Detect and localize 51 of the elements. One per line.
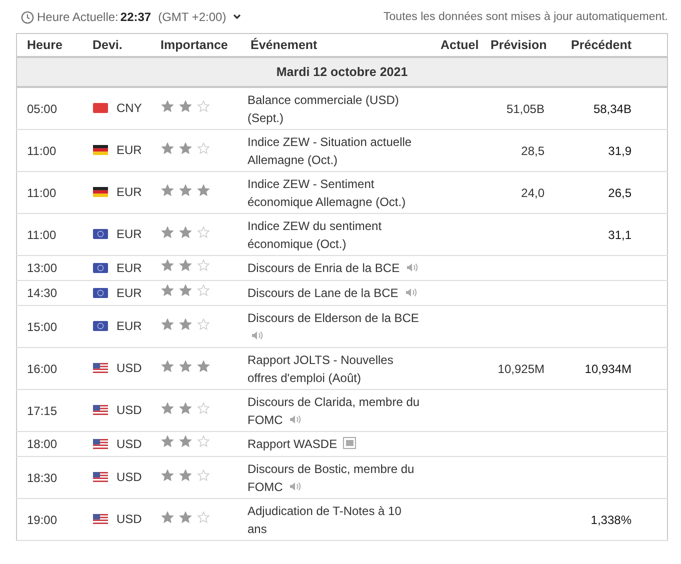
clock-label: Heure Actuelle: — [37, 10, 118, 24]
forecast-value: 24,0 — [521, 186, 544, 200]
time-cell: 11:00 — [16, 214, 82, 256]
current-time: 22:37 — [120, 10, 152, 24]
event-link[interactable]: Discours de Clarida, membre du FOMC — [248, 392, 424, 428]
time-cell: 13:00 — [16, 256, 82, 280]
forecast-value: 10,925M — [498, 362, 544, 376]
currency-code: USD — [116, 360, 142, 377]
timezone-dropdown[interactable]: (GMT +2:00) — [153, 10, 242, 24]
time-cell: 05:00 — [16, 87, 82, 130]
currency-code: EUR — [116, 142, 142, 159]
previous-value: 10,934M — [584, 362, 632, 376]
event-link[interactable]: Adjudication de T-Notes à 10 ans — [248, 502, 424, 538]
event-link[interactable]: Discours de Elderson de la BCE — [248, 308, 424, 344]
currency-code: EUR — [116, 284, 142, 302]
time-cell: 19:00 — [16, 498, 82, 540]
time-cell: 16:00 — [16, 348, 82, 390]
previous-value: 58,34B — [593, 102, 632, 116]
event-link[interactable]: Rapport WASDE — [248, 435, 356, 453]
currency-code: USD — [116, 402, 142, 419]
time-cell: 17:15 — [16, 390, 82, 432]
currency-code: EUR — [116, 226, 142, 243]
event-link[interactable]: Discours de Bostic, membre du FOMC — [248, 460, 424, 496]
previous-value: 31,9 — [608, 144, 632, 158]
previous-value: 26,5 — [608, 186, 632, 200]
event-link[interactable]: Discours de Enria de la BCE — [248, 259, 418, 277]
update-notice: Toutes les données sont mises à jour automatiquement. — [384, 11, 668, 23]
previous-value: 1,338% — [590, 512, 632, 526]
forecast-value: 51,05B — [506, 102, 544, 116]
time-cell: 18:00 — [16, 432, 82, 456]
event-link[interactable]: Discours de Lane de la BCE — [248, 284, 417, 302]
time-cell: 11:00 — [16, 172, 82, 214]
event-link[interactable]: Indice ZEW - Sentiment économique Allemagne (Oct.) — [248, 174, 424, 210]
forecast-value: 28,5 — [521, 144, 544, 158]
time-cell: 14:30 — [16, 280, 82, 306]
event-link[interactable]: Indice ZEW du sentiment économique (Oct.) — [248, 216, 424, 252]
previous-value: 31,1 — [608, 228, 632, 242]
currency-code: USD — [116, 436, 142, 452]
currency-code: USD — [116, 469, 142, 486]
event-link[interactable]: Rapport JOLTS - Nouvelles offres d'emploi (Août) — [248, 350, 424, 386]
event-link[interactable]: Indice ZEW - Situation actuelle Allemagne (Oct.) — [248, 132, 424, 168]
time-cell: 15:00 — [16, 306, 82, 348]
date-header: Mardi 12 octobre 2021 — [16, 57, 668, 87]
time-cell: 18:30 — [16, 456, 82, 498]
currency-code: CNY — [116, 100, 142, 117]
currency-code: USD — [116, 511, 142, 528]
time-cell: 11:00 — [16, 130, 82, 172]
currency-code: EUR — [116, 260, 142, 276]
currency-code: EUR — [116, 318, 142, 335]
currency-code: EUR — [116, 184, 142, 201]
event-link[interactable]: Balance commerciale (USD) (Sept.) — [248, 90, 424, 126]
